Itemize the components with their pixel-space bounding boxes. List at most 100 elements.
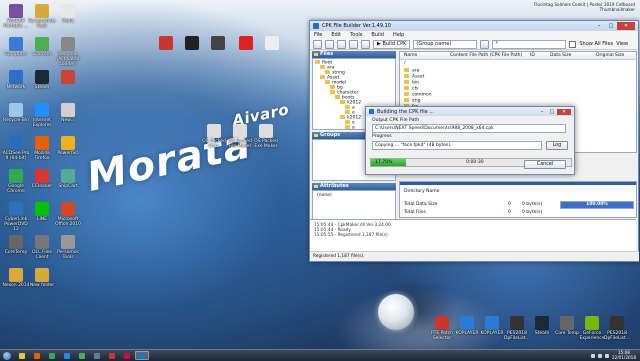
desktop-shortcut[interactable]: Microsoft Office 2010 — [54, 202, 82, 227]
cancel-button[interactable]: Cancel — [524, 160, 566, 169]
network-tray-icon[interactable] — [597, 353, 602, 358]
log-button[interactable]: Log — [546, 141, 568, 150]
filter-input[interactable]: * — [492, 39, 567, 49]
col-id[interactable]: ID — [530, 53, 535, 58]
desktop-shortcut[interactable]: GeForce Experience — [578, 316, 606, 341]
menu-help[interactable]: Help — [393, 32, 404, 38]
file-list-row[interactable]: bin — [404, 80, 419, 86]
desktop-shortcut[interactable]: PowerISO — [54, 136, 82, 156]
new-file-icon[interactable] — [313, 39, 322, 49]
menu-edit[interactable]: Edit — [331, 32, 341, 38]
desktop-shortcut[interactable] — [152, 36, 180, 51]
tray-arrow-icon[interactable] — [590, 353, 595, 358]
desktop-shortcut[interactable]: Steam — [528, 316, 556, 336]
desktop-shortcut[interactable]: WinRAR Portable ... — [2, 4, 30, 29]
desktop-shortcut[interactable]: Persomos Tools — [54, 235, 82, 260]
window-titlebar[interactable]: CPK File Builder Ver.1.49.10 – □ ✕ — [310, 21, 638, 31]
taskbar-app-button[interactable] — [105, 351, 119, 360]
desktop-shortcut[interactable]: ACDSee Pro 9 (64-bit) — [2, 136, 30, 161]
col-content-path[interactable]: Content File Path (CPK File Path) — [450, 53, 522, 58]
volume-tray-icon[interactable] — [604, 353, 609, 358]
desktop-shortcut[interactable]: Nexon 2014 — [2, 268, 30, 288]
file-list-row[interactable]: eng — [404, 98, 420, 104]
desktop-shortcut[interactable]: New... — [54, 103, 82, 123]
group-settings-icon[interactable] — [480, 39, 490, 49]
taskbar-firefox-button[interactable] — [30, 351, 44, 360]
cpk-builder-icon — [139, 352, 145, 359]
col-original-size[interactable]: Original Size — [596, 53, 624, 58]
desktop-shortcut[interactable]: Network — [2, 70, 30, 90]
menu-tools[interactable]: Tools — [350, 32, 362, 38]
open-folder-icon[interactable] — [325, 39, 334, 49]
remove-icon[interactable] — [361, 39, 370, 49]
taskbar-media-button[interactable] — [60, 351, 74, 360]
desktop-shortcut[interactable] — [54, 70, 82, 85]
desktop-shortcut[interactable] — [178, 36, 206, 51]
start-button[interactable] — [0, 350, 14, 361]
tree-node[interactable]: a — [345, 125, 355, 129]
attribute-item[interactable]: (none) — [317, 193, 332, 198]
taskbar-cpk-builder-button[interactable] — [135, 351, 149, 360]
taskbar-explorer-button[interactable] — [15, 351, 29, 360]
file-name: Asset — [412, 74, 425, 80]
desktop-shortcut[interactable]: PES2018 DpFileList... — [503, 316, 531, 341]
file-list-row[interactable]: Asset — [404, 74, 424, 80]
desktop-shortcut[interactable]: Internet Explorer — [28, 103, 56, 128]
menu-file[interactable]: File — [314, 32, 322, 38]
desktop-shortcut[interactable]: OS Packed Data — [200, 124, 228, 149]
taskbar-app2-button[interactable] — [120, 351, 134, 360]
desktop-shortcut[interactable]: SnipCart — [54, 169, 82, 189]
add-icon[interactable] — [349, 39, 358, 49]
col-name[interactable]: Name — [404, 53, 417, 58]
taskbar-utorrent-button[interactable] — [75, 351, 89, 360]
desktop-shortcut[interactable] — [204, 36, 232, 51]
desktop-shortcut[interactable]: Mozilla Firefox — [28, 136, 56, 161]
dialog-minimize-button[interactable]: – — [537, 109, 547, 115]
maximize-button[interactable]: □ — [605, 22, 617, 30]
desktop-shortcut[interactable]: PES2018 DpFileList... — [603, 316, 631, 341]
desktop-shortcut[interactable]: Screenshots Pack — [28, 4, 56, 29]
desktop-shortcut[interactable]: New folder — [28, 268, 56, 288]
col-data-size[interactable]: Data Size — [550, 53, 571, 58]
desktop-shortcut[interactable] — [258, 36, 286, 51]
desktop-shortcut[interactable]: CoreTemp — [2, 235, 30, 255]
total-data-size-label: Total Data Size — [404, 202, 438, 207]
desktop-shortcut[interactable] — [232, 36, 260, 51]
taskbar-chrome-button[interactable] — [45, 351, 59, 360]
desktop-shortcut[interactable]: CCleaner — [28, 169, 56, 189]
minimize-button[interactable]: – — [593, 22, 605, 30]
file-list-row[interactable]: common — [404, 92, 432, 98]
desktop-shortcut[interactable]: KOPLAYER — [453, 316, 481, 336]
desktop-shortcut[interactable]: Recycle Bin — [2, 103, 30, 123]
show-all-files-checkbox[interactable] — [569, 40, 577, 48]
clock[interactable]: 15:08 22/01/2018 — [612, 350, 636, 360]
desktop-shortcut[interactable]: CyberLink PowerDVD 12 — [2, 202, 30, 232]
desktop-shortcut[interactable]: LINE — [28, 202, 56, 222]
close-button[interactable]: ✕ — [617, 22, 635, 30]
desktop-shortcut[interactable]: Reshade (Activated Loader) — [54, 37, 82, 67]
file-list-row[interactable]: cfs — [404, 86, 418, 92]
menu-build[interactable]: Build — [371, 32, 384, 38]
dialog-close-button[interactable]: ✕ — [557, 108, 571, 115]
save-icon[interactable] — [337, 39, 346, 49]
desktop-shortcut[interactable]: uTorrent — [28, 37, 56, 57]
taskbar-steam-button[interactable] — [90, 351, 104, 360]
desktop-shortcut[interactable]: DLL Files Client — [28, 235, 56, 260]
group-select[interactable]: (Group name) — [413, 39, 478, 49]
desktop-shortcut[interactable]: OS Packed Exe Maker — [252, 124, 280, 149]
file-list-row[interactable]: ara — [404, 68, 419, 74]
desktop-shortcut[interactable]: OS Packed File Maker — [226, 124, 254, 149]
dialog-maximize-button[interactable]: □ — [547, 109, 557, 115]
desktop-shortcut[interactable]: Computer — [2, 37, 30, 57]
dialog-titlebar[interactable]: Building the CPK file ... – □ ✕ — [366, 107, 574, 116]
desktop-shortcut[interactable]: Google Chrome — [2, 169, 30, 194]
desktop-shortcut[interactable]: Core Temp — [553, 316, 581, 336]
desktop-shortcut[interactable]: Steam — [28, 70, 56, 90]
desktop-shortcut[interactable]: KOPLAYER — [478, 316, 506, 336]
desktop-shortcut[interactable]: PTE Patch Selector — [428, 316, 456, 341]
output-path-field[interactable]: C:\Users\NEXT Speed\Documents\988_2008_x… — [372, 124, 566, 133]
show-all-files-label: Show All Files — [579, 41, 614, 47]
build-cpk-button[interactable]: ▶ Build CPK — [373, 39, 411, 49]
view-label[interactable]: View — [616, 41, 628, 47]
desktop-shortcut[interactable]: Paint — [54, 4, 82, 24]
